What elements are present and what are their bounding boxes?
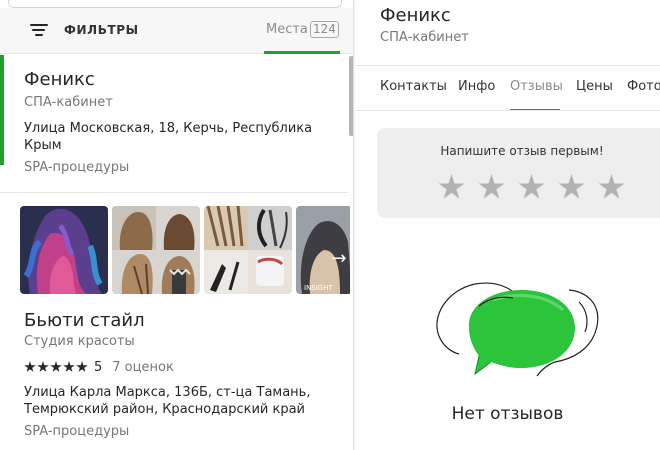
scrollbar-thumb[interactable] [349, 56, 353, 136]
empty-reviews-text: Нет отзывов [451, 404, 564, 424]
tab-reviews[interactable]: Отзывы [510, 79, 563, 94]
tab-prices[interactable]: Цены [576, 79, 613, 94]
detail-panel: Феникс СПА-кабинет Контакты Инфо Отзывы … [355, 0, 660, 450]
result-subtitle: Студия красоты [24, 334, 135, 349]
star-icon [63, 361, 75, 372]
detail-title: Феникс [380, 5, 451, 26]
photo-2[interactable] [112, 206, 200, 294]
filters-button[interactable]: ФИЛЬТРЫ [30, 20, 139, 40]
rating-stars [24, 361, 88, 373]
rate-star-1-icon[interactable] [438, 174, 465, 199]
result-title[interactable]: Феникс [24, 69, 95, 90]
app-root: ФИЛЬТРЫ Места 124 Феникс СПА-кабинет Ули… [0, 0, 660, 450]
tab-photos[interactable]: Фото [627, 79, 660, 94]
filter-icon [30, 23, 48, 37]
photo-next-arrow-icon[interactable]: → [326, 246, 350, 272]
photo-strip[interactable]: INSIGHT → [20, 206, 350, 294]
write-review-box: Напишите отзыв первым! [377, 128, 660, 218]
rate-star-3-icon[interactable] [518, 174, 545, 199]
review-prompt: Напишите отзыв первым! [440, 144, 604, 158]
star-icon [24, 361, 36, 372]
rate-star-2-icon[interactable] [478, 174, 505, 199]
result-card-beauty-style[interactable]: INSIGHT → Бьюти стайл Студия красоты 5 7… [0, 194, 350, 450]
filter-bar: ФИЛЬТРЫ Места 124 [0, 8, 353, 54]
filters-label: ФИЛЬТРЫ [64, 23, 139, 37]
star-icon [76, 361, 88, 372]
star-icon [37, 361, 49, 372]
result-title[interactable]: Бьюти стайл [24, 310, 145, 331]
tab-active-indicator [510, 109, 560, 110]
search-box-edge[interactable] [8, 0, 342, 8]
rating-count-link[interactable]: 7 оценок [112, 360, 174, 375]
tab-places[interactable]: Места 124 [264, 16, 340, 54]
results-panel: ФИЛЬТРЫ Места 124 Феникс СПА-кабинет Ули… [0, 0, 354, 450]
tab-places-label: Места [266, 22, 308, 37]
places-count-badge: 124 [310, 21, 339, 38]
detail-tabs: Контакты Инфо Отзывы Цены Фото [355, 65, 660, 111]
tab-info[interactable]: Инфо [458, 79, 495, 94]
tab-contacts[interactable]: Контакты [380, 79, 447, 94]
detail-subtitle: СПА-кабинет [380, 30, 469, 45]
photo-3[interactable] [204, 206, 292, 294]
rate-star-5-icon[interactable] [598, 174, 625, 199]
rating: 5 7 оценок [24, 358, 174, 376]
star-icon [50, 361, 62, 372]
result-subtitle: СПА-кабинет [24, 95, 113, 110]
result-card-feniks[interactable]: Феникс СПА-кабинет Улица Московская, 18,… [0, 55, 348, 193]
review-star-input [438, 174, 625, 201]
result-category: SPA-процедуры [24, 424, 130, 439]
rating-value: 5 [94, 359, 103, 375]
tab-active-indicator [264, 51, 340, 54]
photo-1[interactable] [20, 206, 108, 294]
result-address: Улица Карла Маркса, 136Б, ст-ца Тамань, … [24, 385, 311, 417]
result-category: SPA-процедуры [24, 160, 130, 175]
selected-indicator [0, 55, 4, 165]
svg-text:INSIGHT: INSIGHT [304, 284, 333, 292]
rate-star-4-icon[interactable] [558, 174, 585, 199]
empty-reviews-illustration [436, 282, 599, 377]
result-address: Улица Московская, 18, Керчь, Республика … [24, 121, 313, 153]
